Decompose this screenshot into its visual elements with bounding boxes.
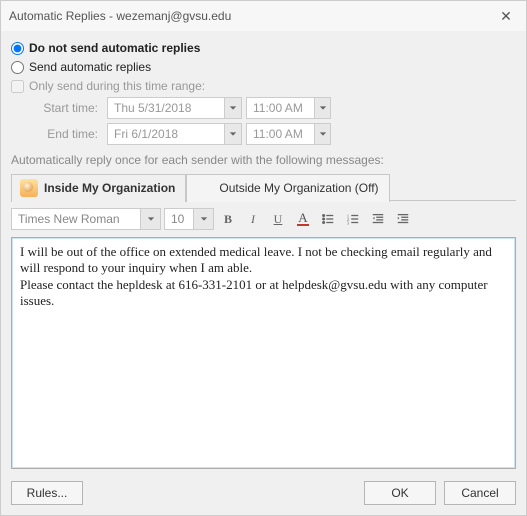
radio-do-not-send-input[interactable] <box>11 42 24 55</box>
radio-do-not-send-label: Do not send automatic replies <box>29 41 200 55</box>
number-list-button[interactable]: 123 <box>342 208 364 230</box>
window-title: Automatic Replies - wezemanj@gvsu.edu <box>9 9 231 23</box>
end-time-combo[interactable] <box>246 123 331 145</box>
svg-text:3: 3 <box>347 220 350 225</box>
end-date-combo[interactable] <box>107 123 242 145</box>
only-during-label: Only send during this time range: <box>29 79 205 93</box>
end-time-label: End time: <box>33 127 103 141</box>
bold-button[interactable]: B <box>217 208 239 230</box>
body-line-1: I will be out of the office on extended … <box>20 244 507 277</box>
start-time-combo[interactable] <box>246 97 331 119</box>
tabs: Inside My Organization Outside My Organi… <box>11 173 516 201</box>
rules-button[interactable]: Rules... <box>11 481 83 505</box>
font-size-combo[interactable] <box>164 208 214 230</box>
formatting-toolbar: B I U A 123 <box>11 207 516 231</box>
person-icon <box>20 179 38 197</box>
dialog-content: Do not send automatic replies Send autom… <box>1 31 526 473</box>
body-line-2: Please contact the hepldesk at 616-331-2… <box>20 277 507 310</box>
underline-button[interactable]: U <box>267 208 289 230</box>
start-time-input[interactable] <box>246 97 315 119</box>
chevron-down-icon[interactable] <box>141 208 161 230</box>
close-icon[interactable]: ✕ <box>494 8 518 25</box>
start-date-input[interactable] <box>107 97 225 119</box>
tab-inside-label: Inside My Organization <box>44 181 175 195</box>
indent-button[interactable] <box>392 208 414 230</box>
italic-button[interactable]: I <box>242 208 264 230</box>
end-time-input[interactable] <box>246 123 315 145</box>
only-during-checkbox <box>11 80 24 93</box>
chevron-down-icon[interactable] <box>225 97 242 119</box>
radio-send-input[interactable] <box>11 61 24 74</box>
chevron-down-icon[interactable] <box>315 97 331 119</box>
chevron-down-icon[interactable] <box>315 123 331 145</box>
radio-send[interactable]: Send automatic replies <box>11 60 516 74</box>
tab-outside-label: Outside My Organization (Off) <box>219 181 378 195</box>
titlebar: Automatic Replies - wezemanj@gvsu.edu ✕ <box>1 1 526 31</box>
tab-outside-org[interactable]: Outside My Organization (Off) <box>186 174 389 202</box>
outdent-button[interactable] <box>367 208 389 230</box>
dialog-footer: Rules... OK Cancel <box>1 473 526 515</box>
radio-do-not-send[interactable]: Do not send automatic replies <box>11 41 516 55</box>
font-color-button[interactable]: A <box>292 208 314 230</box>
time-range-grid: Start time: End time: <box>33 97 516 145</box>
end-date-input[interactable] <box>107 123 225 145</box>
font-name-input[interactable] <box>11 208 141 230</box>
radio-send-label: Send automatic replies <box>29 60 151 74</box>
only-during-checkbox-row: Only send during this time range: <box>11 79 516 93</box>
automatic-replies-dialog: Automatic Replies - wezemanj@gvsu.edu ✕ … <box>0 0 527 516</box>
tab-inside-org[interactable]: Inside My Organization <box>11 174 186 202</box>
start-time-label: Start time: <box>33 101 103 115</box>
chevron-down-icon[interactable] <box>225 123 242 145</box>
chevron-down-icon[interactable] <box>194 208 214 230</box>
ok-button[interactable]: OK <box>364 481 436 505</box>
globe-icon <box>195 179 213 197</box>
start-date-combo[interactable] <box>107 97 242 119</box>
font-name-combo[interactable] <box>11 208 161 230</box>
font-size-input[interactable] <box>164 208 194 230</box>
bullet-list-button[interactable] <box>317 208 339 230</box>
message-editor[interactable]: I will be out of the office on extended … <box>11 237 516 469</box>
section-label: Automatically reply once for each sender… <box>11 153 516 167</box>
cancel-button[interactable]: Cancel <box>444 481 516 505</box>
